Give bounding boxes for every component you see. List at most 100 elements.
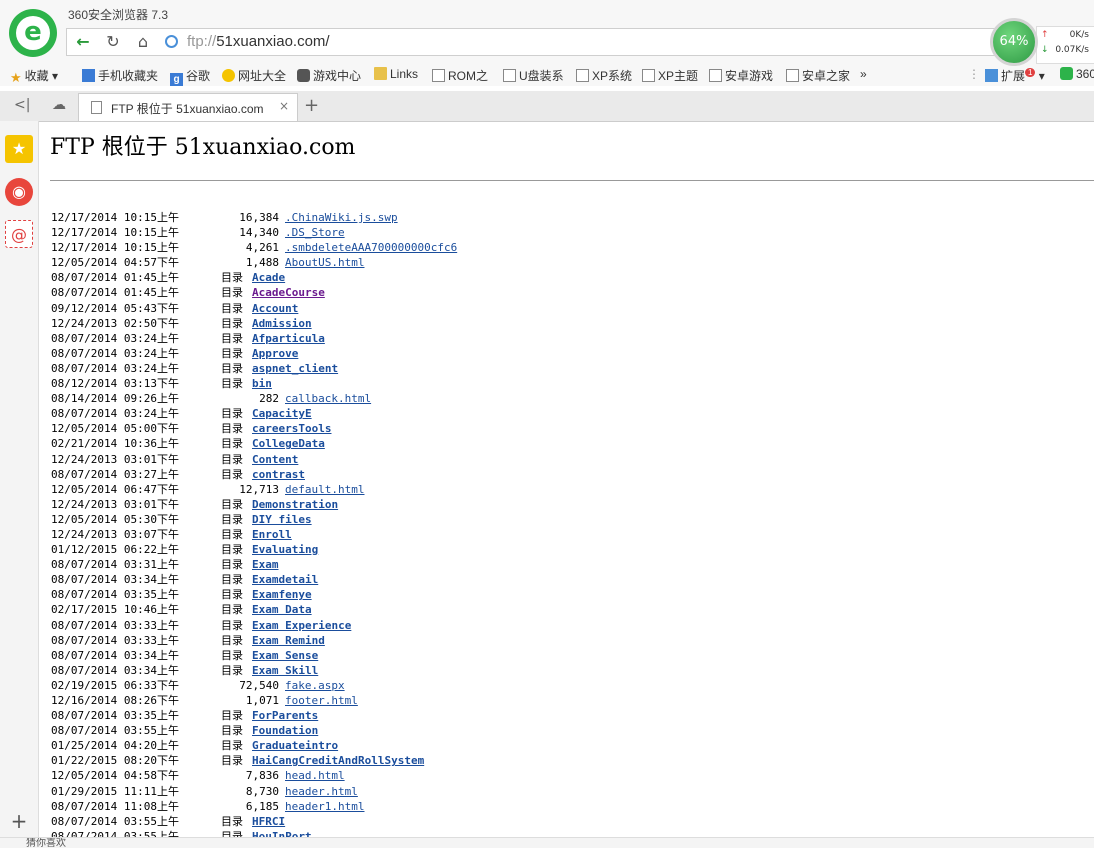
bookmark-usb[interactable]: U盘装系 [503, 67, 564, 84]
weibo-icon[interactable]: ◉ [5, 178, 33, 206]
drag-handle-icon[interactable]: ⋮ [968, 67, 980, 81]
directory-link[interactable]: CapacityE [252, 406, 312, 421]
bookmark-navigation[interactable]: 网址大全 [222, 67, 286, 84]
close-tab-icon[interactable]: × [279, 99, 289, 113]
listing-row: 08/07/2014 01:45上午 目录 Acade [51, 270, 511, 285]
entry-date: 08/07/2014 01:45上午 [51, 271, 179, 285]
directory-link[interactable]: HouInPort [252, 829, 312, 837]
file-link[interactable]: footer.html [285, 693, 358, 708]
favorites-star-icon[interactable]: ★ [5, 135, 33, 163]
directory-link[interactable]: Approve [252, 346, 298, 361]
collapse-sidebar-icon[interactable]: <| [14, 97, 30, 113]
directory-link[interactable]: Examfenye [252, 587, 312, 602]
listing-row: 08/07/2014 03:31上午 目录 Exam [51, 557, 511, 572]
360-extension-button[interactable]: 360 [1060, 67, 1094, 81]
page-icon [91, 101, 102, 114]
directory-link[interactable]: Content [252, 452, 298, 467]
directory-link[interactable]: Exam Experience [252, 618, 351, 633]
directory-link[interactable]: contrast [252, 467, 305, 482]
tab-ftp-root[interactable]: FTP 根位于 51xuanxiao.com × [78, 93, 298, 121]
back-arrow-icon[interactable]: ← [71, 31, 95, 53]
extensions-button[interactable]: 扩展 1 ▾ [985, 67, 1045, 84]
file-link[interactable]: fake.aspx [285, 678, 345, 693]
directory-link[interactable]: HFRCI [252, 814, 285, 829]
file-link[interactable]: callback.html [285, 391, 371, 406]
bookmark-links[interactable]: Links [374, 67, 418, 81]
new-tab-button[interactable]: + [304, 95, 319, 116]
file-link[interactable]: .smbdeleteAAA700000000cfc6 [285, 240, 457, 255]
bookmark-favorites[interactable]: ★ 收藏 ▾ [10, 67, 58, 85]
address-bar[interactable]: ← ↻ ⌂ ftp://51xuanxiao.com/ [66, 28, 1026, 56]
directory-link[interactable]: Exam Skill [252, 663, 318, 678]
file-link[interactable]: .DS_Store [285, 225, 345, 240]
cloud-icon[interactable]: ☁ [52, 97, 66, 113]
entry-date: 01/22/2015 08:20下午 [51, 754, 179, 768]
file-link[interactable]: AboutUS.html [285, 255, 364, 270]
entry-date: 01/25/2014 04:20上午 [51, 739, 179, 753]
file-link[interactable]: default.html [285, 482, 364, 497]
listing-row: 08/07/2014 03:33上午 目录 Exam Experience [51, 618, 511, 633]
directory-link[interactable]: careersTools [252, 421, 331, 436]
add-sidebar-item-icon[interactable]: + [5, 807, 33, 835]
directory-link[interactable]: Exam Remind [252, 633, 325, 648]
directory-link[interactable]: AcadeCourse [252, 285, 325, 300]
entry-date: 08/07/2014 03:24上午 [51, 361, 179, 375]
directory-link[interactable]: Afparticula [252, 331, 325, 346]
entry-date: 12/17/2014 10:15上午 [51, 241, 179, 255]
entry-date: 08/07/2014 03:24上午 [51, 331, 179, 345]
directory-link[interactable]: aspnet_client [252, 361, 338, 376]
refresh-icon[interactable]: ↻ [101, 31, 125, 53]
home-icon[interactable]: ⌂ [131, 31, 155, 53]
folder-icon [374, 67, 387, 80]
listing-row: 12/05/2014 05:30下午 目录 DIY files [51, 512, 511, 527]
file-link[interactable]: header1.html [285, 799, 364, 814]
bookmark-google[interactable]: g 谷歌 [170, 67, 210, 86]
sidebar: ★ ◉ @ + [0, 121, 39, 847]
360-browser-logo-icon[interactable]: e [9, 9, 57, 57]
directory-link[interactable]: Graduateintro [252, 738, 338, 753]
entry-size: 6,185 [245, 799, 279, 813]
file-link[interactable]: header.html [285, 784, 358, 799]
directory-link[interactable]: Admission [252, 316, 312, 331]
entry-date: 02/19/2015 06:33下午 [51, 678, 179, 692]
directory-link[interactable]: Exam Data [252, 602, 312, 617]
entry-size: 72,540 [239, 678, 279, 692]
listing-row: 08/07/2014 03:55上午 目录 HFRCI [51, 814, 511, 829]
speed-panel: ↑ 0K/s ↓ 0.07K/s [1036, 26, 1094, 64]
bookmark-xp-system[interactable]: XP系统 [576, 67, 632, 84]
bookmark-games[interactable]: 游戏中心 [297, 67, 361, 84]
directory-link[interactable]: Examdetail [252, 572, 318, 587]
directory-link[interactable]: ForParents [252, 708, 318, 723]
directory-link[interactable]: DIY files [252, 512, 312, 527]
file-link[interactable]: .ChinaWiki.js.swp [285, 210, 398, 225]
listing-row: 08/07/2014 03:34上午 目录 Examdetail [51, 572, 511, 587]
url-input[interactable]: ftp://51xuanxiao.com/ [187, 33, 330, 50]
more-bookmarks-chevron-icon[interactable]: » [860, 67, 867, 81]
listing-row: 08/12/2014 03:13下午 目录 bin [51, 376, 511, 391]
directory-link[interactable]: Account [252, 301, 298, 316]
entry-date: 12/05/2014 06:47下午 [51, 482, 179, 496]
directory-link[interactable]: Foundation [252, 723, 318, 738]
listing-row: 08/07/2014 03:24上午 目录 Approve [51, 346, 511, 361]
directory-link[interactable]: bin [252, 376, 272, 391]
bookmark-android-home[interactable]: 安卓之家 [786, 67, 850, 84]
bookmark-android-games[interactable]: 安卓游戏 [709, 67, 773, 84]
directory-link[interactable]: Exam [252, 557, 279, 572]
bookmark-rom[interactable]: ROM之 [432, 67, 488, 84]
bookmark-xp-theme[interactable]: XP主题 [642, 67, 698, 84]
listing-row: 08/07/2014 03:34上午 目录 Exam Sense [51, 648, 511, 663]
directory-link[interactable]: CollegeData [252, 436, 325, 451]
bookmark-mobile[interactable]: 手机收藏夹 [82, 67, 158, 84]
speed-meter-button[interactable]: 64% [990, 18, 1038, 66]
directory-link[interactable]: Demonstration [252, 497, 338, 512]
directory-link[interactable]: HaiCangCreditAndRollSystem [252, 753, 424, 768]
entry-date: 12/24/2013 03:07下午 [51, 527, 179, 541]
directory-link[interactable]: Evaluating [252, 542, 318, 557]
file-link[interactable]: head.html [285, 768, 345, 783]
directory-link[interactable]: Exam Sense [252, 648, 318, 663]
directory-label: 目录 [221, 543, 243, 557]
directory-link[interactable]: Enroll [252, 527, 292, 542]
directory-link[interactable]: Acade [252, 270, 285, 285]
mail-icon[interactable]: @ [5, 220, 33, 248]
extensions-icon [985, 69, 998, 82]
